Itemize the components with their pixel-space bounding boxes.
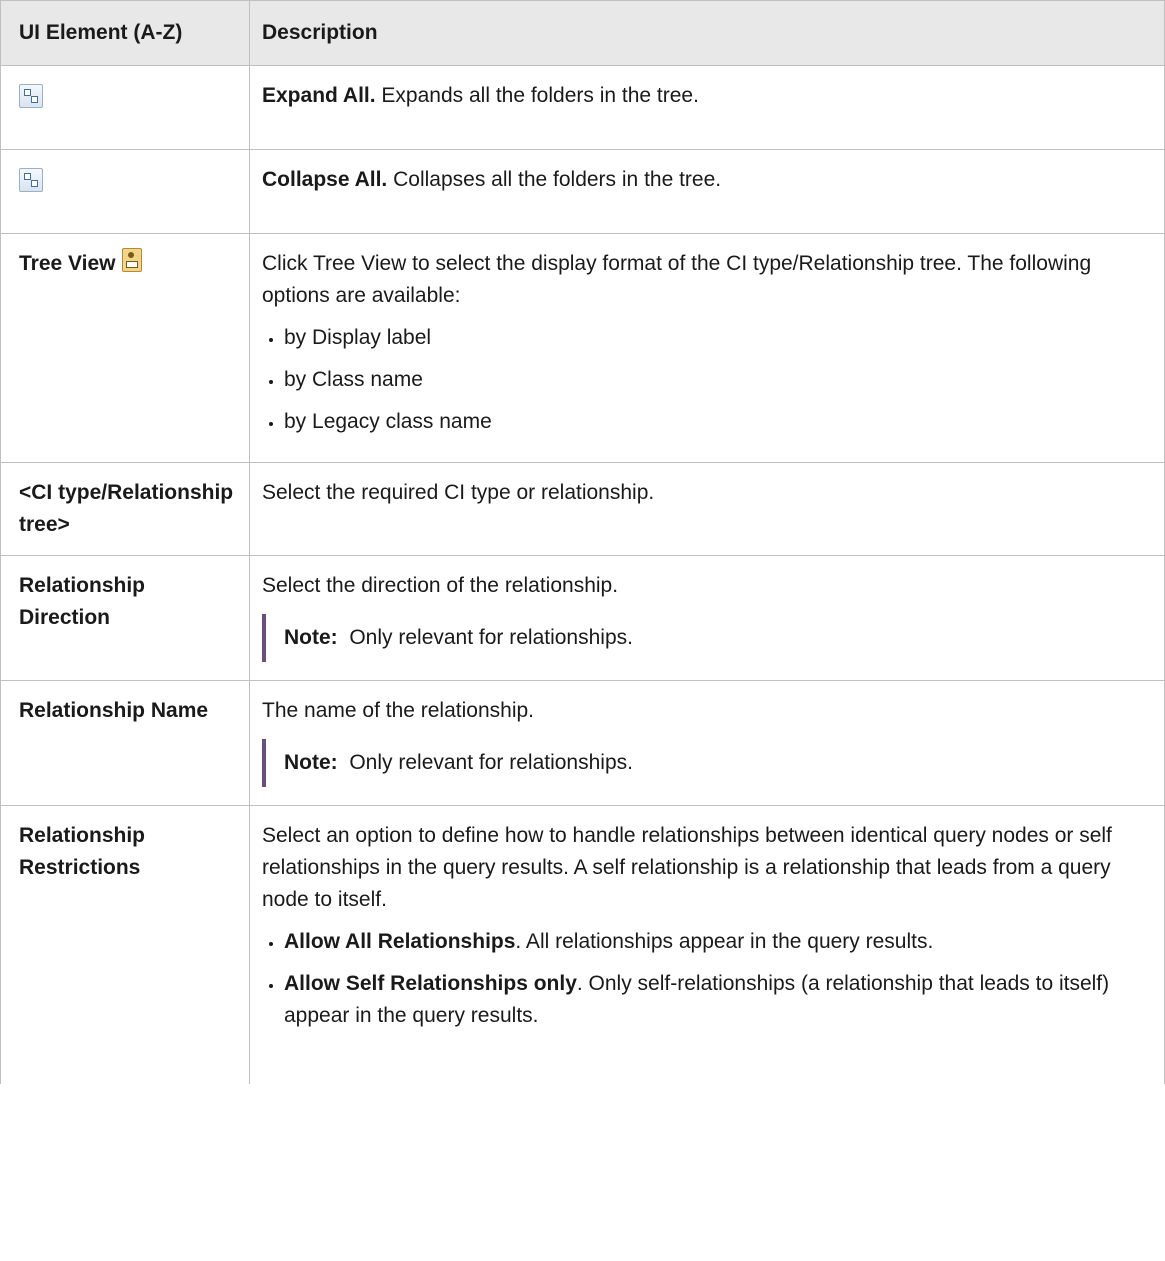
table-header-row: UI Element (A-Z) Description	[0, 0, 1165, 66]
note-label: Note:	[284, 626, 338, 649]
header-ui-element: UI Element (A-Z)	[0, 1, 250, 65]
relationship-restrictions-options: Allow All Relationships. All relationshi…	[262, 926, 1152, 1032]
collapse-all-term: Collapse All.	[262, 168, 388, 191]
expand-all-text: Expands all the folders in the tree.	[375, 84, 699, 107]
relationship-restrictions-label: Relationship Restrictions	[0, 806, 250, 1084]
list-item: by Display label	[284, 322, 1152, 354]
tree-view-description: Click Tree View to select the display fo…	[262, 252, 1092, 307]
relationship-restrictions-description: Select an option to define how to handle…	[262, 824, 1112, 911]
ci-tree-description: Select the required CI type or relations…	[262, 481, 655, 504]
expand-all-icon	[19, 84, 43, 109]
note-block: Note: Only relevant for relationships.	[262, 614, 1152, 662]
note-block: Note: Only relevant for relationships.	[262, 739, 1152, 787]
ci-tree-label: <CI type/Relationship tree>	[0, 463, 250, 555]
expand-all-term: Expand All.	[262, 84, 376, 107]
collapse-all-icon	[19, 168, 43, 193]
tree-view-label: Tree View	[19, 252, 116, 275]
table-row-ci-tree: <CI type/Relationship tree> Select the r…	[0, 463, 1165, 556]
relationship-direction-label: Relationship Direction	[0, 556, 250, 680]
tree-view-options: by Display label by Class name by Legacy…	[262, 322, 1152, 438]
relationship-name-label: Relationship Name	[0, 681, 250, 805]
table-row-relationship-restrictions: Relationship Restrictions Select an opti…	[0, 806, 1165, 1084]
tree-view-icon	[121, 248, 142, 272]
note-label: Note:	[284, 751, 338, 774]
note-text: Only relevant for relationships.	[337, 626, 633, 649]
table-row-tree-view: Tree View Click Tree View to select the …	[0, 234, 1165, 463]
relationship-direction-description: Select the direction of the relationship…	[262, 574, 619, 597]
list-item: Allow Self Relationships only. Only self…	[284, 968, 1152, 1032]
table-row-relationship-name: Relationship Name The name of the relati…	[0, 681, 1165, 806]
table-row-collapse-all: Collapse All. Collapses all the folders …	[0, 150, 1165, 234]
ui-elements-table: UI Element (A-Z) Description Expand All.…	[0, 0, 1165, 1084]
collapse-all-text: Collapses all the folders in the tree.	[387, 168, 722, 191]
table-row-relationship-direction: Relationship Direction Select the direct…	[0, 556, 1165, 681]
note-text: Only relevant for relationships.	[337, 751, 633, 774]
header-description: Description	[250, 1, 1165, 65]
relationship-name-description: The name of the relationship.	[262, 699, 534, 722]
list-item: by Legacy class name	[284, 406, 1152, 438]
list-item: by Class name	[284, 364, 1152, 396]
list-item: Allow All Relationships. All relationshi…	[284, 926, 1152, 958]
table-row-expand-all: Expand All. Expands all the folders in t…	[0, 66, 1165, 150]
